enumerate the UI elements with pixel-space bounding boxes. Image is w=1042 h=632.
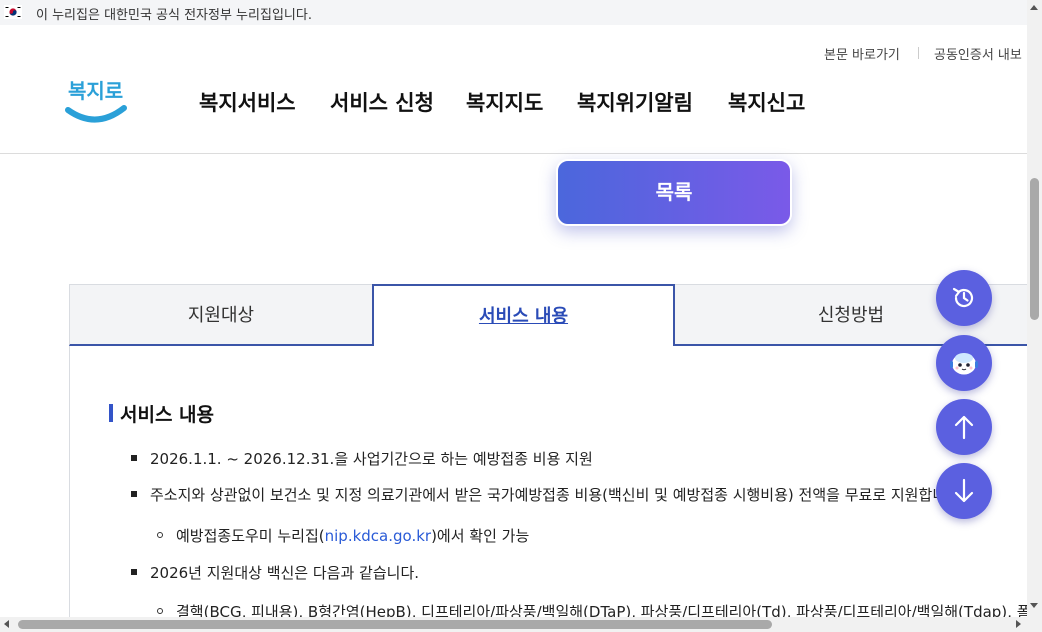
bokjiro-logo[interactable]: 복지로 [64,72,128,128]
logo-text: 복지로 [68,79,123,103]
scroll-up-arrow-icon[interactable] [1030,5,1038,10]
list-subitem: 예방접종도우미 누리집(nip.kdca.go.kr)에서 확인 가능 [176,525,529,546]
section-title: 서비스 내용 [120,404,215,426]
gov-banner-text: 이 누리집은 대한민국 공식 전자정부 누리집입니다. [36,8,312,23]
history-icon [952,287,974,308]
gnb-welfare-services[interactable]: 복지서비스 [199,87,296,117]
scroll-bottom-button[interactable] [936,463,992,519]
sub-bullet [157,608,163,614]
arrow-down-icon [954,478,974,503]
sub-bullet [157,532,163,538]
bullet [131,569,137,575]
scroll-left-arrow-icon[interactable] [4,620,9,628]
bullet [131,455,137,461]
chatbot-icon [950,353,978,375]
list-button[interactable]: 목록 [556,159,792,226]
gnb-welfare-map[interactable]: 복지지도 [466,87,543,117]
list-item: 2026년 지원대상 백신은 다음과 같습니다. [150,564,420,582]
subitem-prefix: 예방접종도우미 누리집( [176,527,325,545]
chatbot-button[interactable] [936,335,992,391]
vaccine-list-clip: 결핵(BCG, 피내용), B형간염(HepB), 디프테리아/파상풍/백일해(… [176,601,1027,617]
scroll-top-button[interactable] [936,399,992,455]
gnb-service-apply[interactable]: 서비스 신청 [330,87,434,117]
arrow-up-icon [954,415,974,440]
tab-service-content[interactable]: 서비스 내용 [372,284,675,346]
horizontal-scroll-thumb[interactable] [18,620,772,629]
scroll-down-arrow-icon[interactable] [1030,603,1038,608]
list-subitem: 결핵(BCG, 피내용), B형간염(HepB), 디프테리아/파상풍/백일해(… [176,603,1027,617]
section-marker [109,404,113,422]
list-item: 주소지와 상관없이 보건소 및 지정 의료기관에서 받은 국가예방접종 비용(백… [150,486,960,504]
scroll-right-arrow-icon[interactable] [1016,620,1021,628]
list-item: 2026.1.1. ~ 2026.12.31.을 사업기간으로 하는 예방접종 … [150,450,593,468]
korea-flag-icon [4,5,22,19]
subitem-suffix: )에서 확인 가능 [431,527,530,545]
certificate-export-link[interactable]: 공동인증서 내보 [934,44,1022,63]
tab-eligibility[interactable]: 지원대상 [69,284,372,346]
recent-history-button[interactable] [936,270,992,326]
gnb-crisis-alert[interactable]: 복지위기알림 [577,87,693,117]
header-divider [0,153,1027,154]
panel-border [69,346,70,626]
nip-link[interactable]: nip.kdca.go.kr [325,527,431,545]
gov-banner: 이 누리집은 대한민국 공식 전자정부 누리집입니다. [0,0,1027,25]
logo-icon: 복지로 [65,79,127,123]
bullet [131,491,137,497]
vertical-scroll-thumb[interactable] [1030,178,1039,320]
divider [918,47,919,59]
skip-to-content-link[interactable]: 본문 바로가기 [824,44,900,63]
gnb-welfare-report[interactable]: 복지신고 [728,87,805,117]
